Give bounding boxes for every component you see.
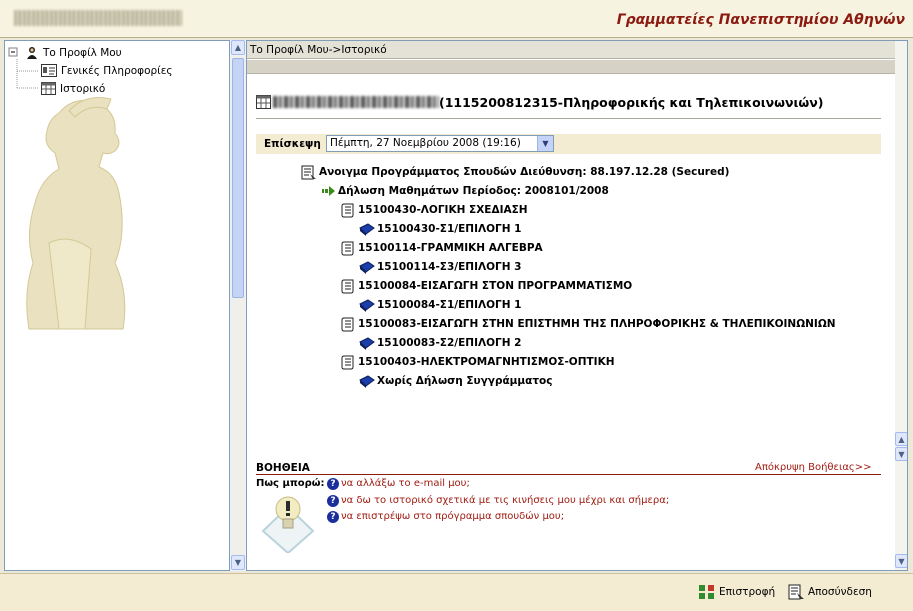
tree-node-label: 15100084-ΕΙΣΑΓΩΓΗ ΣΤΟΝ ΠΡΟΓΡΑΜΜΑΤΙΣΜΟ [358, 280, 633, 292]
scroll-icon [341, 355, 354, 369]
question-icon: ? [327, 477, 339, 490]
help-link-view-history[interactable]: ? να δω το ιστορικό σχετικά με τις κινήσ… [327, 493, 669, 508]
scroll-down-button[interactable]: ▼ [895, 447, 907, 461]
help-link-change-email[interactable]: ? να αλλάξω το e-mail μου; [327, 476, 470, 491]
id-card-icon [41, 64, 57, 77]
student-heading: (1115200812315-Πληροφορικής και Τηλεπικο… [256, 93, 823, 111]
footer: Επιστροφή Αποσύνδεση [0, 573, 913, 611]
tree-node-label: 15100114-ΓΡΑΜΜΙΚΗ ΑΛΓΕΒΡΑ [358, 242, 543, 254]
tree-node-label: 15100083-ΕΙΣΑΓΩΓΗ ΣΤΗΝ ΕΠΙΣΤΗΜΗ ΤΗΣ ΠΛΗΡ… [358, 318, 836, 330]
help-link-label: να δω το ιστορικό σχετικά με τις κινήσει… [341, 495, 670, 506]
tree-node-label: 15100403-ΗΛΕΚΤΡΟΜΑΓΝΗΤΙΣΜΟΣ-ΟΠΤΙΚΗ [358, 356, 615, 368]
hide-help-link[interactable]: Απόκρυψη Βοήθειας>> [755, 462, 872, 473]
lightbulb-icon [261, 496, 315, 553]
scroll-down-button[interactable]: ▼ [231, 555, 245, 570]
toolbar-strip [247, 60, 895, 74]
tree-node-label: 15100430-Σ1/ΕΠΙΛΟΓΗ 1 [377, 223, 522, 235]
logout-button[interactable]: Αποσύνδεση [788, 583, 872, 601]
book-icon [359, 260, 375, 274]
breadcrumb: Το Προφίλ Μου->Ιστορικό [247, 41, 895, 59]
tree-node-registration[interactable]: Δήλωση Μαθημάτων Περίοδος: 2008101/2008 [322, 183, 609, 199]
tree-node-course[interactable]: 15100430-ΛΟΓΙΚΗ ΣΧΕΔΙΑΣΗ [341, 202, 528, 218]
scroll-up-button[interactable]: ▲ [231, 40, 245, 55]
sidebar-item-history[interactable]: Ιστορικό [41, 80, 105, 97]
book-icon [359, 298, 375, 312]
tree-node-option[interactable]: 15100114-Σ3/ΕΠΙΛΟΓΗ 3 [359, 259, 521, 275]
help-title: ΒΟΗΘΕΙΑ [256, 462, 310, 474]
question-icon: ? [327, 494, 339, 507]
tree-node-label: 15100084-Σ1/ΕΠΙΛΟΓΗ 1 [377, 299, 522, 311]
divider [256, 118, 881, 119]
help-link-return-program[interactable]: ? να επιστρέψω στο πρόγραμμα σπουδών μου… [327, 509, 564, 524]
sidebar: Το Προφίλ Μου Γενικές Πληροφορίες Ιστορι… [4, 40, 230, 571]
tree-node-course[interactable]: 15100114-ΓΡΑΜΜΙΚΗ ΑΛΓΕΒΡΑ [341, 240, 543, 256]
tree-node-course[interactable]: 15100084-ΕΙΣΑΓΩΓΗ ΣΤΟΝ ΠΡΟΓΡΑΜΜΑΤΙΣΜΟ [341, 278, 632, 294]
back-icon [699, 585, 714, 599]
calendar-icon [41, 82, 56, 95]
tree-node-option[interactable]: 15100084-Σ1/ΕΠΙΛΟΓΗ 1 [359, 297, 521, 313]
help-link-label: να επιστρέψω στο πρόγραμμα σπουδών μου; [341, 511, 565, 522]
tree-node-label: 15100083-Σ2/ΕΠΙΛΟΓΗ 2 [377, 337, 522, 349]
tree-node-option[interactable]: 15100083-Σ2/ΕΠΙΛΟΓΗ 2 [359, 335, 521, 351]
book-icon [359, 336, 375, 350]
scroll-down-button[interactable]: ▼ [895, 554, 907, 568]
book-icon [359, 374, 375, 388]
scroll-thumb[interactable] [232, 58, 244, 298]
visit-select-value: Πέμπτη, 27 Νοεμβρίου 2008 (19:16) [330, 137, 521, 149]
visit-label: Επίσκεψη [264, 138, 321, 150]
sidebar-root-my-profile[interactable]: Το Προφίλ Μου [25, 44, 122, 61]
question-icon: ? [327, 510, 339, 523]
help-link-label: να αλλάξω το e-mail μου; [341, 478, 470, 489]
logout-icon [788, 584, 804, 600]
scroll-icon [341, 241, 354, 255]
user-name-blurred [14, 10, 182, 26]
sidebar-item-label: Γενικές Πληροφορίες [61, 64, 173, 77]
athena-watermark [26, 97, 126, 330]
back-label: Επιστροφή [719, 586, 776, 598]
header: Γραμματείες Πανεπιστημίου Αθηνών [0, 0, 913, 38]
tree-node-option[interactable]: 15100430-Σ1/ΕΠΙΛΟΓΗ 1 [359, 221, 521, 237]
book-icon [359, 222, 375, 236]
document-icon [301, 165, 316, 179]
sidebar-item-general-info[interactable]: Γενικές Πληροφορίες [41, 62, 173, 79]
chevron-down-icon[interactable]: ▼ [537, 136, 553, 151]
tree-node-label: 15100114-Σ3/ΕΠΙΛΟΓΗ 3 [377, 261, 522, 273]
scroll-icon [341, 317, 354, 331]
visit-bar: Επίσκεψη Πέμπτη, 27 Νοεμβρίου 2008 (19:1… [256, 134, 881, 154]
help-divider [256, 474, 881, 475]
tree-node-course[interactable]: 15100083-ΕΙΣΑΓΩΓΗ ΣΤΗΝ ΕΠΙΣΤΗΜΗ ΤΗΣ ΠΛΗΡ… [341, 316, 836, 332]
app-title: Γραμματείες Πανεπιστημίου Αθηνών [616, 12, 905, 28]
main-scrollbar[interactable]: ▲ ▼ ▼ [895, 41, 907, 570]
student-name-blurred [273, 96, 439, 108]
user-icon [27, 46, 37, 59]
visit-select[interactable]: Πέμπτη, 27 Νοεμβρίου 2008 (19:16) ▼ [326, 135, 554, 152]
student-id-text: (1115200812315-Πληροφορικής και Τηλεπικο… [439, 94, 824, 110]
sidebar-item-label: Ιστορικό [60, 82, 106, 95]
tree-node-program[interactable]: Ανοιγμα Προγράμματος Σπουδών Διεύθυνση: … [301, 164, 729, 180]
calendar-icon [256, 95, 271, 109]
green-arrow-icon [322, 186, 335, 196]
tree-node-option[interactable]: Χωρίς Δήλωση Συγγράμματος [359, 373, 553, 389]
help-question-label: Πως μπορώ: [256, 478, 325, 489]
scroll-up-button[interactable]: ▲ [895, 432, 907, 446]
back-button[interactable]: Επιστροφή [698, 583, 775, 601]
tree-node-label: Δήλωση Μαθημάτων Περίοδος: 2008101/2008 [338, 185, 609, 197]
sidebar-scrollbar[interactable]: ▲ ▼ [230, 40, 246, 571]
tree-node-label: Ανοιγμα Προγράμματος Σπουδών Διεύθυνση: … [319, 166, 730, 178]
logout-label: Αποσύνδεση [808, 586, 872, 598]
sidebar-root-label: Το Προφίλ Μου [43, 46, 122, 59]
scroll-icon [341, 279, 354, 293]
tree-node-label: Χωρίς Δήλωση Συγγράμματος [377, 375, 553, 387]
main-content: Το Προφίλ Μου->Ιστορικό (1115200812315-Π… [246, 40, 908, 571]
scroll-icon [341, 203, 354, 217]
tree-node-course[interactable]: 15100403-ΗΛΕΚΤΡΟΜΑΓΝΗΤΙΣΜΟΣ-ΟΠΤΙΚΗ [341, 354, 615, 370]
tree-node-label: 15100430-ΛΟΓΙΚΗ ΣΧΕΔΙΑΣΗ [358, 204, 528, 216]
